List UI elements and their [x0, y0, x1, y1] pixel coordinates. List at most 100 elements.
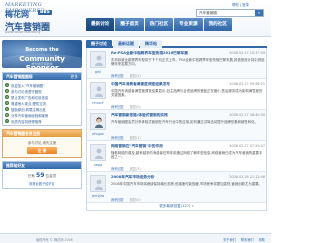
nav-home[interactable]: 圈子首页: [115, 18, 144, 31]
post-title[interactable]: 网络营销在"汽车营销"中的作用: [111, 144, 221, 149]
rules-panel-title: 汽车营销圈圈规 更多: [3, 73, 81, 80]
reply-link[interactable]: 我来回复: [111, 104, 124, 109]
user-placeholder-icon: [95, 86, 103, 97]
footer-link-about[interactable]: 关于我们: [223, 237, 236, 242]
rule-text: 优质内容将获得推荐: [11, 119, 42, 124]
post-excerpt: 东风标致全新跨界车型将于下个月正式上市。PSA全新中档跨界车型亮相巴黎车展,其造…: [111, 58, 265, 67]
copyright-text: 版权所有 © 梅花网 2008: [36, 238, 73, 242]
share-count-label: 已有: [27, 174, 35, 178]
avatar[interactable]: [90, 144, 106, 161]
post-date: 2008.02.27 10:37:09: [229, 51, 265, 55]
footer-links: 关于我们 联系我们 帮助: [223, 237, 265, 242]
avatar[interactable]: [90, 82, 106, 99]
rule-number-icon: 4: [5, 101, 9, 105]
post-excerpt: 随着网络的普及,越来越多的消费者在购车前通过网络了解车型信息,网络营销已成为汽车…: [111, 151, 263, 160]
help-login-link[interactable]: 帮助 | 登录: [232, 2, 249, 7]
nav-hot[interactable]: 热门社区: [144, 18, 174, 31]
rules-more-link[interactable]: 更多: [70, 73, 78, 80]
post-username[interactable]: pfcgoo: [88, 132, 108, 136]
rule-number-icon: 7: [5, 119, 9, 123]
content-tabs: 圈子讨论 最新话题 精华帖: [86, 40, 267, 48]
footer-link-help[interactable]: 帮助: [259, 237, 265, 242]
post-excerpt: 2008年中国汽车市场将继续保持增长态势,但增速可能放缓,市场竞争将更加激烈,营…: [111, 182, 262, 186]
post-excerpt: 汽车营销圈会员分享体验式营销在汽车行业中的应用,如何通过试驾活动提升品牌形象和销…: [111, 120, 258, 124]
rule-text: 尊重他人观点,理性交流: [11, 101, 46, 106]
sponsor-line1: Become the: [25, 47, 59, 53]
post-username[interactable]: jerryjlw: [88, 194, 108, 198]
rule-number-icon: 3: [5, 95, 9, 99]
rule-item[interactable]: 7 优质内容将获得推荐: [5, 118, 79, 124]
post-body: 中国汽车消费者满意度调查结果发布 2008.02.27 09:58:21 中国汽…: [111, 82, 265, 109]
tab-latest[interactable]: 最新话题: [113, 40, 139, 48]
post-title[interactable]: 中国汽车消费者满意度调查结果发布: [111, 82, 221, 87]
share-count: 59: [36, 172, 45, 179]
rule-text: 禁止发布广告和垃圾信息: [11, 95, 49, 100]
post-title[interactable]: 2008年汽车市场走势分析: [111, 175, 221, 180]
site-subtitle: Automotive Marketing: [5, 30, 41, 34]
nav-my-community[interactable]: 我的社区: [203, 18, 232, 31]
post-item: jerryjlw 2008年汽车市场走势分析 2008.02.26 21:12:…: [87, 172, 266, 203]
sponsor-line3: 成为社区赞助商: [31, 62, 53, 66]
search-input[interactable]: [197, 10, 255, 16]
reply-link[interactable]: 我来回复: [111, 166, 124, 171]
avatar[interactable]: [90, 51, 106, 68]
post-body: 汽车营销新思路:体验式营销的实践 2008.02.27 08:40:30 汽车营…: [111, 113, 265, 140]
reply-link[interactable]: 我来回复: [111, 135, 124, 140]
brand-name: 梅花网: [5, 10, 29, 19]
share-title: 推荐给好友: [3, 162, 81, 169]
post-username[interactable]: gihl: [88, 70, 108, 74]
rule-text: 分享汽车营销经验和案例: [11, 113, 49, 118]
post-item: vega 网络营销在"汽车营销"中的作用 2008.02.27 07:59:07…: [87, 141, 266, 172]
user-placeholder-icon: [95, 55, 103, 66]
reply-count: 回复(2): [129, 74, 141, 78]
rule-text: 参与讨论请遵守圈规: [11, 89, 42, 94]
user-placeholder-icon: [95, 148, 103, 159]
left-sidebar: Become the Community Sponsor 成为社区赞助商 汽车营…: [2, 40, 84, 189]
share-link[interactable]: 推荐此圈子给好友: [3, 181, 81, 188]
nav-resources[interactable]: 专业资源: [174, 18, 203, 31]
post-item: pfcgoo 汽车营销新思路:体验式营销的实践 2008.02.27 08:40…: [87, 110, 266, 141]
user-photo-icon: [95, 117, 103, 128]
brand-badge: BBS: [38, 10, 52, 15]
avatar[interactable]: [90, 175, 106, 192]
rule-text: 鼓励原创,转载注明出处: [11, 107, 46, 112]
post-title[interactable]: 汽车营销新思路:体验式营销的实践: [111, 113, 221, 118]
reply-link[interactable]: 我来回复: [111, 73, 124, 78]
post-meta: 我来回复 回复(2): [111, 73, 265, 78]
post-username[interactable]: hhrunf: [88, 101, 108, 105]
tab-featured[interactable]: 精华帖: [140, 40, 162, 48]
tab-discussion[interactable]: 圈子讨论: [86, 40, 112, 48]
more-replies-link[interactable]: 更多最新回复(127) »: [87, 203, 266, 210]
post-body: 2008年汽车市场走势分析 2008.02.26 21:12:46 2008年中…: [111, 175, 265, 202]
post-meta: 我来回复 回复(3): [111, 166, 265, 171]
rule-number-icon: 5: [5, 107, 9, 111]
footer-link-contact[interactable]: 联系我们: [241, 237, 254, 242]
reply-count: 回复(3): [129, 167, 141, 171]
post-list: gihl Re:PSA全新中档跨界车型亮相2016巴黎车展 2008.02.27…: [86, 48, 267, 211]
post-title[interactable]: Re:PSA全新中档跨界车型亮相2016巴黎车展: [111, 51, 221, 56]
main-content: 圈子讨论 最新话题 精华帖 gihl Re:PSA全新中档跨界车型亮相2016巴…: [86, 40, 267, 211]
search-box: »: [196, 9, 264, 17]
rules-list: 1 欢迎加入"汽车营销圈" 2 参与讨论请遵守圈规 3 禁止发布广告和垃圾信息 4 尊重…: [3, 80, 81, 125]
post-item: gihl Re:PSA全新中档跨界车型亮相2016巴黎车展 2008.02.27…: [87, 48, 266, 79]
sponsor-banner[interactable]: Become the Community Sponsor 成为社区赞助商: [2, 40, 82, 68]
share-count-suffix: 位会员: [45, 174, 57, 178]
post-body: 网络营销在"汽车营销"中的作用 2008.02.27 07:59:07 随着网络…: [111, 144, 265, 171]
post-meta: 我来回复 回复(0): [111, 104, 265, 109]
rule-number-icon: 6: [5, 113, 9, 117]
site-logo[interactable]: MARKETING EMPOWERED 梅花网 BBS 汽车营销圈 Automo…: [5, 2, 83, 35]
main-nav: 最新讨论 圈子首页 热门社区 专业资源 我的社区: [86, 18, 232, 31]
register-button[interactable]: 注 册: [27, 147, 57, 154]
post-date: 2008.02.27 07:59:07: [229, 144, 265, 148]
reply-count: 回复(1): [129, 136, 141, 140]
post-excerpt: 中国汽车消费者满意度调查结果显示,自主品牌与合资品牌的差距正在缩小,售后服务成为…: [111, 89, 263, 98]
nav-latest[interactable]: 最新讨论: [86, 18, 115, 31]
post-date: 2008.02.27 09:58:21: [229, 82, 265, 86]
search-button[interactable]: »: [255, 10, 263, 16]
avatar[interactable]: [90, 113, 106, 130]
post-username[interactable]: vega: [88, 163, 108, 167]
post-date: 2008.02.27 08:40:30: [229, 113, 265, 117]
site-header: MARKETING EMPOWERED 梅花网 BBS 汽车营销圈 Automo…: [0, 0, 271, 37]
reply-link[interactable]: 我来回复: [111, 197, 124, 202]
rules-title: 汽车营销圈圈规: [6, 74, 33, 79]
